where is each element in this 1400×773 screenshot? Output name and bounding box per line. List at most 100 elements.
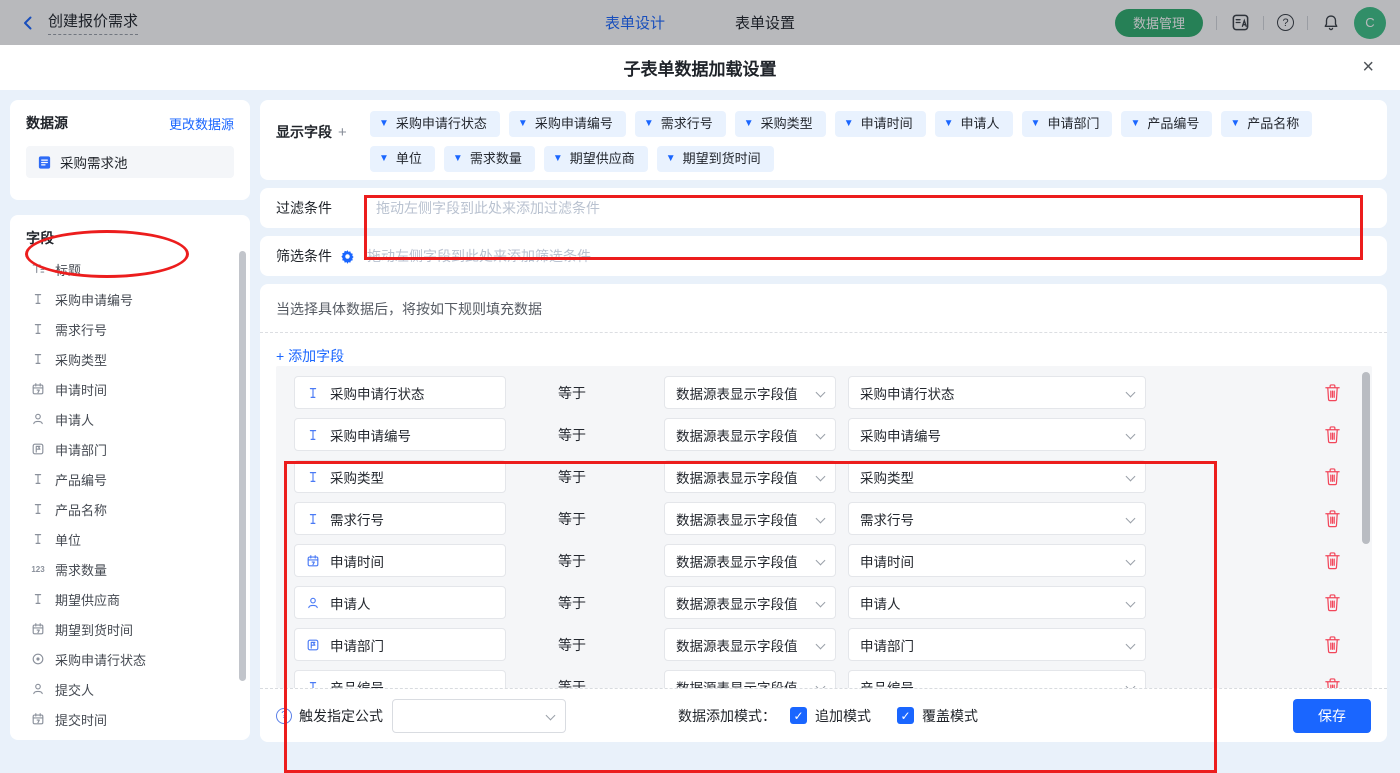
text-field-icon xyxy=(305,385,321,401)
rule-source-type-select[interactable]: 数据源表显示字段值 xyxy=(664,502,836,535)
rule-source-type-select[interactable]: 数据源表显示字段值 xyxy=(664,586,836,619)
delete-row-icon[interactable] xyxy=(1324,677,1342,688)
datasource-panel: 数据源 更改数据源 采购需求池 xyxy=(10,100,250,200)
field-item[interactable]: 采购申请行状态 xyxy=(10,644,250,674)
rule-field-box[interactable]: 采购申请行状态 xyxy=(294,376,506,409)
translate-icon[interactable] xyxy=(1230,13,1250,33)
display-field-tag[interactable]: ▼单位 xyxy=(370,146,435,172)
field-item[interactable]: 需求行号 xyxy=(10,314,250,344)
field-item[interactable]: 申请人 xyxy=(10,404,250,434)
rule-source-type-select[interactable]: 数据源表显示字段值 xyxy=(664,376,836,409)
display-field-tag[interactable]: ▼产品名称 xyxy=(1221,111,1312,137)
rule-source-type-select[interactable]: 数据源表显示字段值 xyxy=(664,670,836,688)
avatar[interactable]: C xyxy=(1354,7,1386,39)
date-field-icon xyxy=(305,553,321,569)
rule-field-box[interactable]: 申请人 xyxy=(294,586,506,619)
rule-source-type-select[interactable]: 数据源表显示字段值 xyxy=(664,418,836,451)
checkbox-checked-icon[interactable]: ✓ xyxy=(897,707,914,724)
rule-field-label: 申请部门 xyxy=(330,635,384,655)
rule-source-field-select[interactable]: 产品编号 xyxy=(848,670,1146,688)
delete-row-icon[interactable] xyxy=(1324,593,1342,613)
field-item[interactable]: 申请部门 xyxy=(10,434,250,464)
rule-source-field-select[interactable]: 需求行号 xyxy=(848,502,1146,535)
datasource-item[interactable]: 采购需求池 xyxy=(26,146,234,178)
gear-icon[interactable] xyxy=(340,249,355,264)
field-item[interactable]: 申请时间 xyxy=(10,374,250,404)
delete-row-icon[interactable] xyxy=(1324,383,1342,403)
chevron-down-icon xyxy=(1126,388,1136,398)
field-item[interactable]: 期望到货时间 xyxy=(10,614,250,644)
delete-row-icon[interactable] xyxy=(1324,509,1342,529)
field-item[interactable]: 产品编号 xyxy=(10,464,250,494)
display-field-tag[interactable]: ▼期望到货时间 xyxy=(657,146,774,172)
field-item[interactable]: 123需求数量 xyxy=(10,554,250,584)
delete-row-icon[interactable] xyxy=(1324,467,1342,487)
field-item-label: 产品编号 xyxy=(55,470,107,489)
app-root: 创建报价需求 表单设计表单设置 数据管理 ? C 子表单数据加载设置 × xyxy=(0,0,1400,755)
help-icon[interactable]: ? xyxy=(1277,14,1294,31)
rule-source-type-select[interactable]: 数据源表显示字段值 xyxy=(664,628,836,661)
mode-checkbox-group[interactable]: ✓追加模式 xyxy=(790,706,871,726)
display-field-tag[interactable]: ▼需求数量 xyxy=(444,146,535,172)
rule-source-type-select[interactable]: 数据源表显示字段值 xyxy=(664,544,836,577)
rule-source-field-select[interactable]: 采购申请编号 xyxy=(848,418,1146,451)
field-item-label: 产品名称 xyxy=(55,500,107,519)
close-icon[interactable]: × xyxy=(1362,56,1374,78)
rule-source-type-value: 数据源表显示字段值 xyxy=(676,425,798,445)
field-item[interactable]: 采购申请编号 xyxy=(10,284,250,314)
bell-icon[interactable] xyxy=(1321,13,1341,33)
fields-scrollbar[interactable] xyxy=(239,251,246,681)
filter-condition-dropzone[interactable]: 拖动左侧字段到此处来添加过滤条件 xyxy=(376,198,600,218)
save-button[interactable]: 保存 xyxy=(1293,699,1371,733)
chevron-down-icon xyxy=(1126,640,1136,650)
fill-rule-row: 采购申请编号等于数据源表显示字段值采购申请编号 xyxy=(276,414,1372,456)
checkbox-checked-icon[interactable]: ✓ xyxy=(790,707,807,724)
rule-source-type-value: 数据源表显示字段值 xyxy=(676,509,798,529)
rule-field-box[interactable]: 产品编号 xyxy=(294,670,506,688)
mode-checkbox-group[interactable]: ✓覆盖模式 xyxy=(897,706,978,726)
rule-source-field-select[interactable]: 申请部门 xyxy=(848,628,1146,661)
display-field-tag[interactable]: ▼期望供应商 xyxy=(544,146,648,172)
add-field-link[interactable]: + 添加字段 xyxy=(276,346,344,366)
date-field-icon xyxy=(30,381,46,397)
screen-condition-dropzone[interactable]: 拖动左侧字段到此处来添加筛选条件 xyxy=(367,246,591,266)
display-field-tag[interactable]: ▼申请部门 xyxy=(1022,111,1113,137)
field-item[interactable]: 期望供应商 xyxy=(10,584,250,614)
rules-scrollbar[interactable] xyxy=(1362,372,1370,544)
field-item[interactable]: 采购类型 xyxy=(10,344,250,374)
display-field-tag[interactable]: ▼采购类型 xyxy=(735,111,826,137)
field-item[interactable]: 提交时间 xyxy=(10,704,250,734)
help-circle-icon[interactable]: ? xyxy=(276,708,292,724)
display-field-tag[interactable]: ▼采购申请编号 xyxy=(509,111,626,137)
field-item[interactable]: 标题 xyxy=(10,254,250,284)
display-field-tag[interactable]: ▼申请人 xyxy=(935,111,1013,137)
field-item[interactable]: 产品名称 xyxy=(10,494,250,524)
delete-row-icon[interactable] xyxy=(1324,551,1342,571)
field-item-label: 提交时间 xyxy=(55,710,107,729)
rule-source-type-select[interactable]: 数据源表显示字段值 xyxy=(664,460,836,493)
tab-form-design[interactable]: 表单设计 xyxy=(605,12,665,33)
formula-select[interactable] xyxy=(392,699,566,733)
display-field-tag[interactable]: ▼产品编号 xyxy=(1121,111,1212,137)
field-item[interactable]: 单位 xyxy=(10,524,250,554)
rule-field-box[interactable]: 采购类型 xyxy=(294,460,506,493)
rule-source-field-select[interactable]: 申请人 xyxy=(848,586,1146,619)
caret-down-icon: ▼ xyxy=(644,111,654,137)
add-display-field-button[interactable]: + xyxy=(338,124,347,141)
delete-row-icon[interactable] xyxy=(1324,425,1342,445)
rule-field-box[interactable]: 采购申请编号 xyxy=(294,418,506,451)
rule-source-field-select[interactable]: 申请时间 xyxy=(848,544,1146,577)
rule-source-field-select[interactable]: 采购类型 xyxy=(848,460,1146,493)
display-field-tag[interactable]: ▼需求行号 xyxy=(635,111,726,137)
display-field-tag[interactable]: ▼申请时间 xyxy=(835,111,926,137)
rule-field-box[interactable]: 申请时间 xyxy=(294,544,506,577)
delete-row-icon[interactable] xyxy=(1324,635,1342,655)
rule-field-box[interactable]: 需求行号 xyxy=(294,502,506,535)
change-datasource-link[interactable]: 更改数据源 xyxy=(169,114,234,133)
rule-field-box[interactable]: 申请部门 xyxy=(294,628,506,661)
field-item[interactable]: 提交人 xyxy=(10,674,250,704)
tab-form-settings[interactable]: 表单设置 xyxy=(735,12,795,33)
display-field-tag[interactable]: ▼采购申请行状态 xyxy=(370,111,500,137)
rule-source-field-select[interactable]: 采购申请行状态 xyxy=(848,376,1146,409)
data-manage-button[interactable]: 数据管理 xyxy=(1115,9,1203,37)
